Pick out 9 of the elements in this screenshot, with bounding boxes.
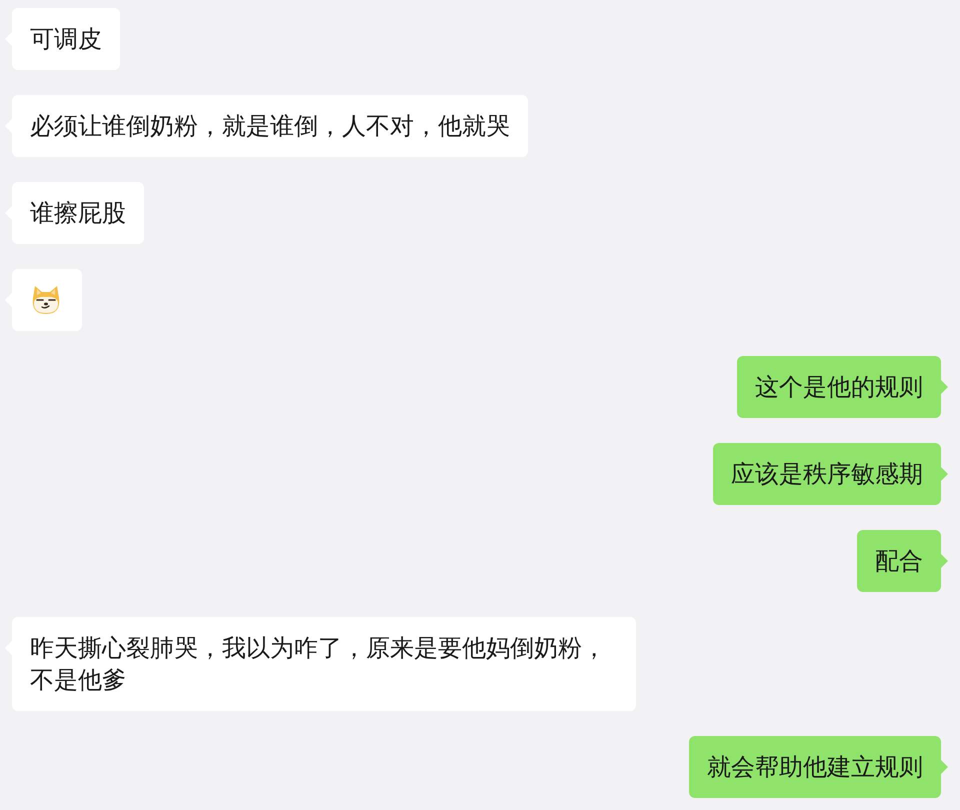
message-bubble: 必须让谁倒奶粉，就是谁倒，人不对，他就哭 [12,95,528,157]
message-bubble: 应该是秩序敏感期 [713,443,941,505]
message-bubble: 可调皮 [12,8,120,70]
dog-face-icon [30,284,62,316]
message-bubble: 谁擦屁股 [12,182,144,244]
message-bubble: 就会帮助他建立规则 [689,736,941,798]
message-bubble: 配合 [857,530,941,592]
message-bubble: 昨天撕心裂肺哭，我以为咋了，原来是要他妈倒奶粉，不是他爹 [12,617,636,711]
message-bubble: 这个是他的规则 [737,356,941,418]
